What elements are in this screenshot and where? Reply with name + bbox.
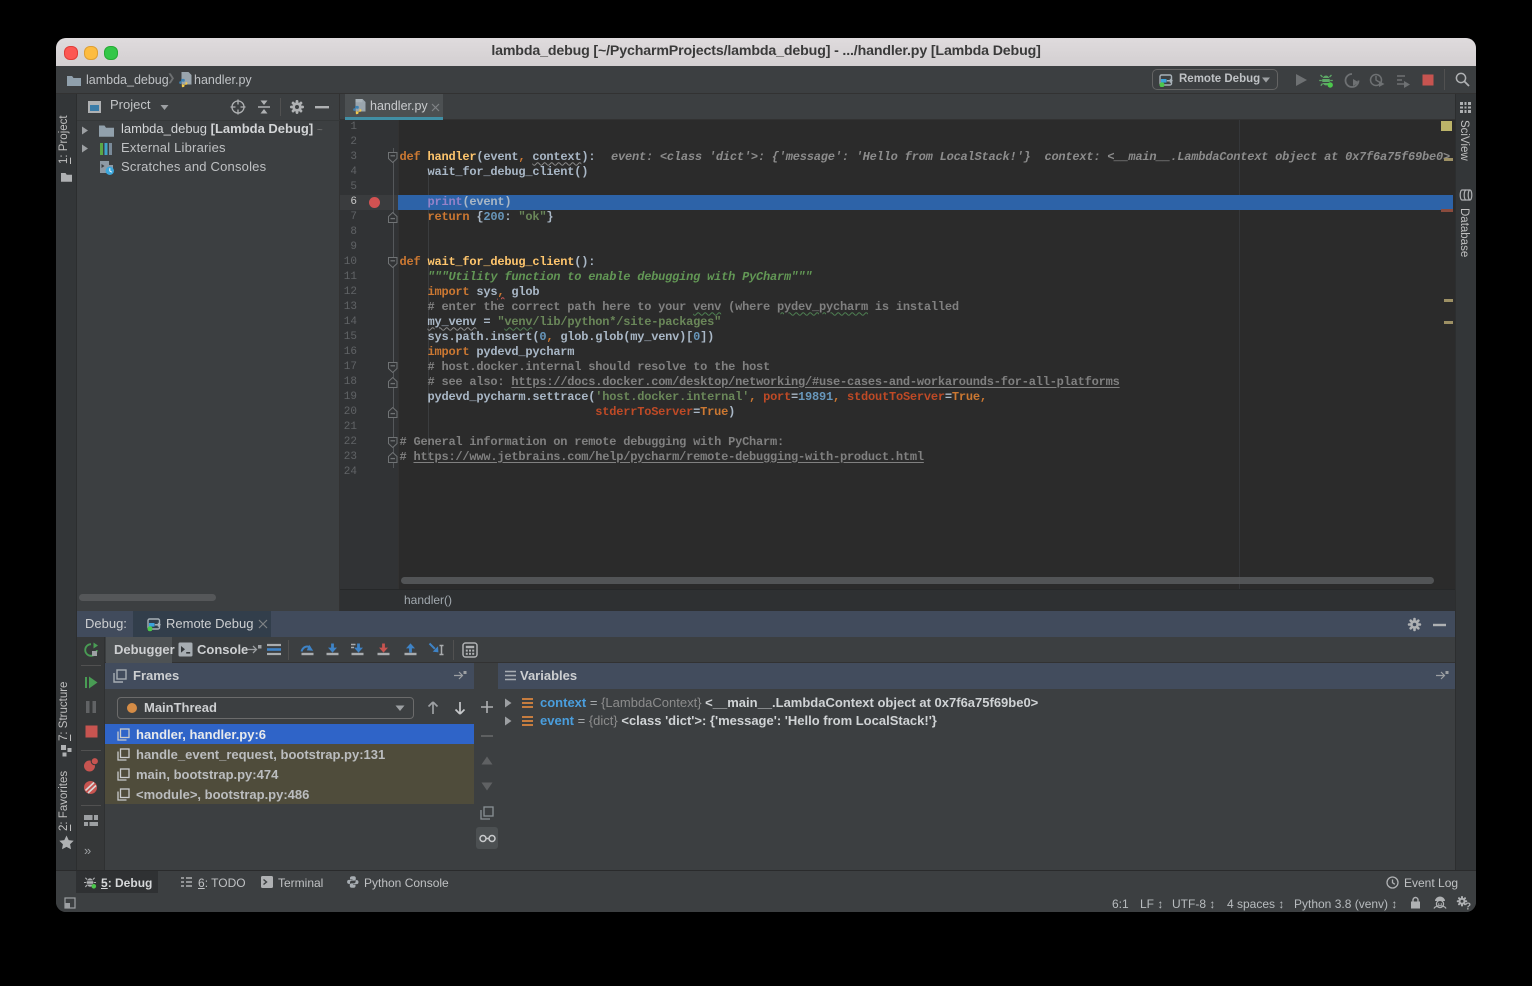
svg-text:?: ?: [1465, 902, 1471, 911]
